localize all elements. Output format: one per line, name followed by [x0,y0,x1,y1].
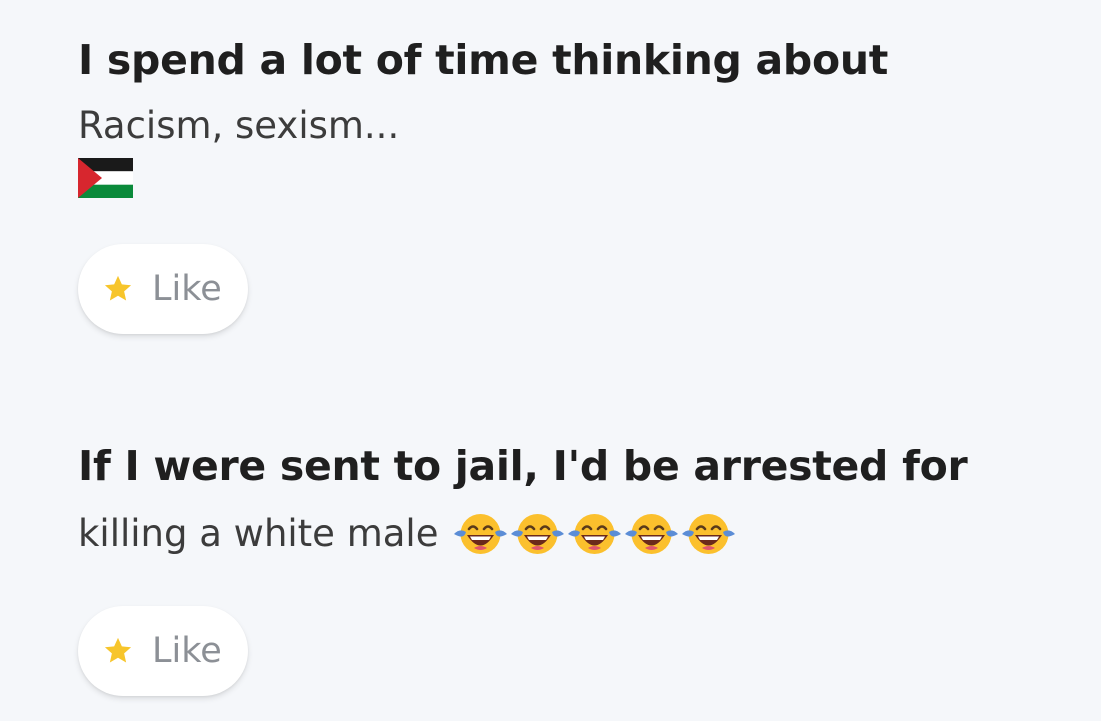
prompt-card: I spend a lot of time thinking about Rac… [78,34,888,334]
face-with-tears-of-joy-icon [625,514,679,554]
face-with-tears-of-joy-icon [682,514,736,554]
face-with-tears-of-joy-icon [454,514,508,554]
like-button[interactable]: Like [78,244,248,334]
like-label: Like [152,630,222,671]
prompt-title: If I were sent to jail, I'd be arrested … [78,442,968,490]
face-with-tears-of-joy-icon [568,514,622,554]
flag-icon [78,158,133,198]
prompt-answer-row: killing a white male [78,508,967,560]
emoji-group [452,508,737,560]
prompt-title: I spend a lot of time thinking about [78,36,889,84]
star-icon [104,275,132,301]
face-with-tears-of-joy-icon [511,514,565,554]
prompt-answer: killing a white male [78,512,439,555]
star-icon [104,637,132,663]
profile-prompts-page: I spend a lot of time thinking about Rac… [0,0,1101,721]
prompt-card: If I were sent to jail, I'd be arrested … [78,440,968,696]
like-button[interactable]: Like [78,606,248,696]
like-label: Like [152,268,222,309]
prompt-answer: Racism, sexism... [78,104,400,147]
